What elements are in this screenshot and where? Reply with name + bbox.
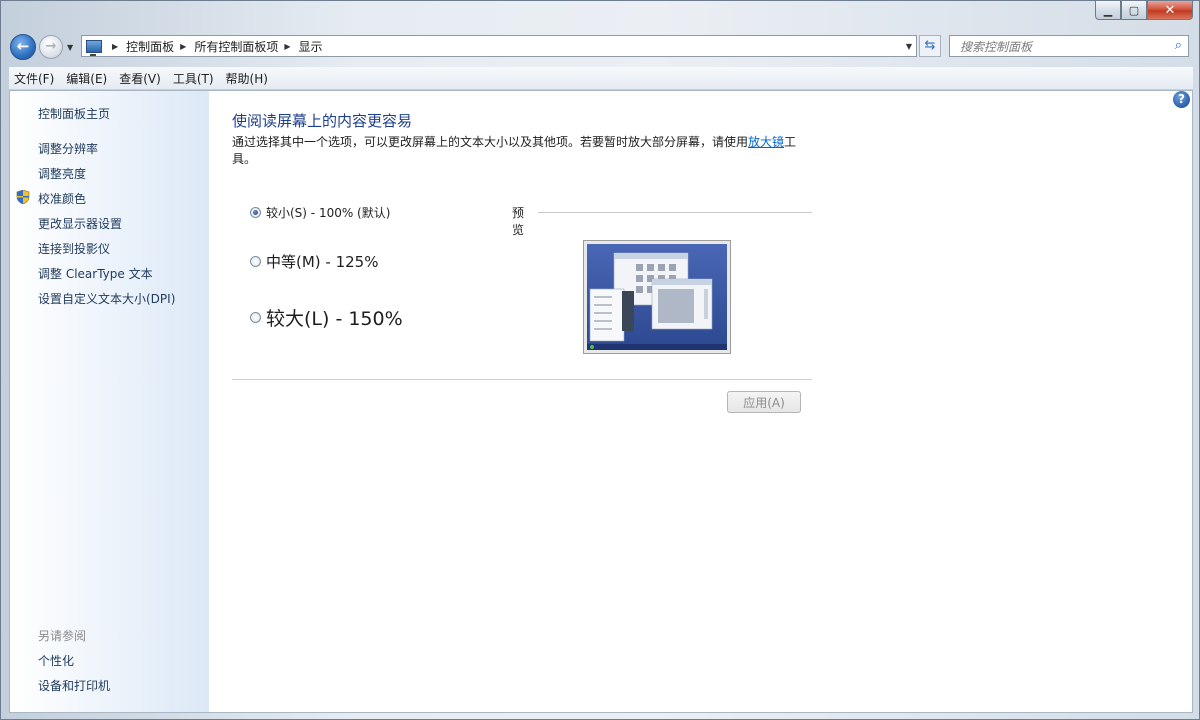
radio-medium[interactable] [250, 256, 261, 267]
menu-tools[interactable]: 工具(T) [168, 70, 219, 87]
search-icon[interactable]: ⌕ [1175, 38, 1182, 53]
uac-shield-icon [16, 190, 30, 204]
forward-button[interactable]: → [39, 35, 63, 59]
refresh-icon: ⇆ [924, 38, 936, 53]
breadcrumb-chevron-icon[interactable]: ▶ [180, 42, 186, 51]
sidebar-link-cleartype[interactable]: 调整 ClearType 文本 [38, 265, 153, 282]
maximize-button[interactable]: ▢ [1121, 1, 1147, 20]
help-button[interactable]: ? [1173, 91, 1190, 108]
option-larger-label: 较大(L) - 150% [266, 308, 403, 330]
minimize-button[interactable]: ▁ [1095, 1, 1121, 20]
see-also-heading: 另请参阅 [38, 629, 87, 643]
back-arrow-icon: ← [16, 37, 30, 55]
breadcrumb-all-items[interactable]: 所有控制面板项 [194, 38, 278, 55]
preview-label: 预览 [512, 204, 529, 238]
close-icon: ✕ [1164, 2, 1176, 18]
page-description: 通过选择其中一个选项，可以更改屏幕上的文本大小以及其他项。若要暂时放大部分屏幕，… [232, 134, 802, 168]
control-panel-window: ▁ ▢ ✕ ← → ▼ ▶ 控制面板 ▶ 所有控制面板项 ▶ 显示 ▼ ⇆ ⌕ … [0, 0, 1200, 720]
content-area: 控制面板主页 调整分辨率 调整亮度 校准颜色 更改显示器设置 连接到投影仪 调整… [9, 90, 1193, 713]
sidebar-link-projector[interactable]: 连接到投影仪 [38, 240, 110, 257]
help-icon: ? [1178, 92, 1185, 106]
preview-image [583, 240, 731, 354]
description-text: 通过选择其中一个选项，可以更改屏幕上的文本大小以及其他项。若要暂时放大部分屏幕，… [232, 135, 749, 149]
option-smaller[interactable]: 较小(S) - 100% (默认) [250, 204, 390, 221]
forward-arrow-icon: → [45, 39, 57, 54]
sidebar-link-home[interactable]: 控制面板主页 [38, 105, 110, 122]
task-sidebar: 控制面板主页 调整分辨率 调整亮度 校准颜色 更改显示器设置 连接到投影仪 调整… [10, 91, 209, 712]
recent-pages-dropdown-icon[interactable]: ▼ [67, 43, 73, 52]
apply-button[interactable]: 应用(A) [727, 391, 801, 413]
minimize-icon: ▁ [1103, 3, 1113, 17]
navigation-bar: ← → ▼ ▶ 控制面板 ▶ 所有控制面板项 ▶ 显示 ▼ ⇆ ⌕ [1, 31, 1199, 61]
content-divider [232, 379, 812, 380]
caption-buttons: ▁ ▢ ✕ [1095, 1, 1193, 21]
sidebar-link-personalization[interactable]: 个性化 [38, 652, 74, 669]
sidebar-link-calibrate-color[interactable]: 校准颜色 [38, 190, 86, 207]
back-button[interactable]: ← [10, 34, 36, 60]
breadcrumb-chevron-icon[interactable]: ▶ [284, 42, 290, 51]
breadcrumb-chevron-icon[interactable]: ▶ [112, 42, 118, 51]
menu-help[interactable]: 帮助(H) [221, 70, 273, 87]
sidebar-link-resolution[interactable]: 调整分辨率 [38, 140, 98, 157]
menu-edit[interactable]: 编辑(E) [61, 70, 112, 87]
close-button[interactable]: ✕ [1147, 1, 1193, 20]
maximize-icon: ▢ [1128, 3, 1140, 17]
breadcrumb-control-panel[interactable]: 控制面板 [126, 38, 174, 55]
radio-larger[interactable] [250, 312, 261, 323]
desktop-preview-icon [587, 244, 727, 350]
option-larger[interactable]: 较大(L) - 150% [250, 304, 403, 331]
address-bar[interactable]: ▶ 控制面板 ▶ 所有控制面板项 ▶ 显示 ▼ [81, 35, 917, 57]
address-dropdown-icon[interactable]: ▼ [906, 42, 912, 51]
radio-smaller[interactable] [250, 207, 261, 218]
menu-file[interactable]: 文件(F) [9, 70, 59, 87]
option-medium-label: 中等(M) - 125% [266, 253, 379, 271]
page-title: 使阅读屏幕上的内容更容易 [232, 112, 413, 130]
refresh-button[interactable]: ⇆ [919, 35, 941, 57]
control-panel-icon [86, 39, 102, 56]
sidebar-link-display-settings[interactable]: 更改显示器设置 [38, 215, 122, 232]
sidebar-link-devices-printers[interactable]: 设备和打印机 [38, 677, 110, 694]
menu-bar: 文件(F) 编辑(E) 查看(V) 工具(T) 帮助(H) [9, 67, 1193, 90]
sidebar-link-brightness[interactable]: 调整亮度 [38, 165, 86, 182]
menu-view[interactable]: 查看(V) [114, 70, 166, 87]
preview-divider [538, 212, 812, 213]
option-smaller-label: 较小(S) - 100% (默认) [266, 206, 391, 220]
search-box[interactable]: ⌕ [949, 35, 1189, 57]
search-input[interactable] [958, 37, 1162, 57]
magnifier-link[interactable]: 放大镜 [748, 135, 784, 149]
breadcrumb-display[interactable]: 显示 [299, 38, 323, 55]
sidebar-link-custom-dpi[interactable]: 设置自定义文本大小(DPI) [38, 290, 175, 307]
option-medium[interactable]: 中等(M) - 125% [250, 251, 378, 272]
